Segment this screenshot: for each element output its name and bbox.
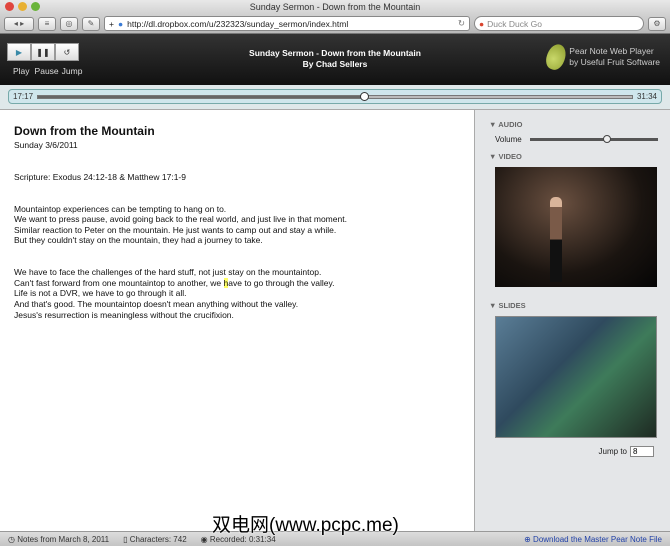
note-line[interactable]: And that's good. The mountaintop doesn't… [14,299,460,310]
notes-title: Down from the Mountain [14,124,155,138]
reader-icon[interactable]: ≡ [38,16,56,31]
note-line[interactable]: But they couldn't stay on the mountain, … [14,235,460,246]
search-placeholder: Duck Duck Go [487,18,542,29]
window-title: Sunday Sermon - Down from the Mountain [249,2,421,12]
reload-icon[interactable]: ↻ [458,18,465,29]
player-header: ▶ ❚❚ ↺ Play Pause Jump Sunday Sermon - D… [0,34,670,85]
download-text: Download the Master Pear Note File [533,534,662,544]
audio-section-toggle[interactable]: ▼ AUDIO [489,120,658,129]
minimize-window-button[interactable] [18,2,27,11]
window-titlebar: Sunday Sermon - Down from the Mountain [0,0,670,14]
characters-status: ▯ Characters: 742 [123,535,187,544]
media-sidebar: ▼ AUDIO Volume ▼ VIDEO ▼ SLIDES Jump to [474,110,670,531]
address-bar[interactable]: + ● http://dl.dropbox.com/u/232323/sunda… [104,16,470,31]
notes-panel: Down from the Mountain Sunday 3/6/2011 S… [0,110,474,531]
clock-icon: ◷ [8,534,18,544]
volume-slider[interactable] [529,135,658,143]
globe-icon: ● [117,18,124,29]
timeline-slider[interactable] [37,91,633,101]
download-link[interactable]: ⊕ Download the Master Pear Note File [524,535,662,544]
volume-label: Volume [495,135,522,144]
slides-heading: SLIDES [498,301,526,310]
note-line[interactable]: We have to face the challenges of the ha… [14,267,460,278]
record-icon: ◉ [200,534,210,544]
scrubber-area: 17:17 31:34 [0,85,670,110]
jump-to-slide-input[interactable] [630,446,654,457]
duckduckgo-icon: ● [479,18,485,29]
browser-toolbar: ◂ ▸ ≡ ◎ ✎ + ● http://dl.dropbox.com/u/23… [0,14,670,34]
audio-heading: AUDIO [498,120,523,129]
back-forward-button[interactable]: ◂ ▸ [4,16,34,31]
notes-date-text: Notes from March 8, 2011 [17,534,110,544]
note-text: ave to go through the valley. [228,277,335,288]
note-line[interactable]: Can't fast forward from one mountaintop … [14,277,460,289]
jump-to-label: Jump to [598,447,627,456]
timeline-progress [38,95,364,98]
note-line[interactable]: Life is not a DVR, we have to go through… [14,288,460,299]
watermark: 双电网(www.pcpc.me) [212,515,399,536]
window-controls [5,2,40,11]
video-frame[interactable] [495,167,657,287]
note-line[interactable]: Mountaintop experiences can be tempting … [14,204,460,215]
video-section-toggle[interactable]: ▼ VIDEO [489,152,658,161]
notes-scripture: Scripture: Exodus 24:12-18 & Matthew 17:… [14,171,186,182]
note-text: Can't fast forward from one mountaintop … [14,277,224,288]
slides-section-toggle[interactable]: ▼ SLIDES [489,301,658,310]
note-line[interactable]: Similar reaction to Peter on the mountai… [14,225,460,236]
slide-image [495,316,657,438]
download-icon: ⊕ [524,534,534,544]
total-time: 31:34 [636,92,657,101]
timeline-knob[interactable] [359,91,369,101]
notes-date-status: ◷ Notes from March 8, 2011 [8,535,109,544]
notes-date: Sunday 3/6/2011 [14,140,78,150]
close-window-button[interactable] [5,2,14,11]
zoom-window-button[interactable] [31,2,40,11]
settings-icon[interactable]: ⚙ [648,16,666,31]
url-text[interactable]: http://dl.dropbox.com/u/232323/sunday_se… [127,19,454,29]
search-field[interactable]: ● Duck Duck Go [474,16,644,31]
brand: Pear Note Web Player by Useful Fruit Soft… [543,41,660,73]
document-icon: ▯ [123,534,130,544]
volume-knob[interactable] [602,135,611,143]
current-time: 17:17 [13,92,34,101]
brand-company: by Useful Fruit Software [569,57,660,67]
video-heading: VIDEO [498,152,522,161]
characters-text: Characters: 742 [129,534,187,544]
tools-icon[interactable]: ✎ [82,16,100,31]
brand-name: Pear Note Web Player [569,46,654,56]
history-icon[interactable]: ◎ [60,16,78,31]
note-line[interactable]: Jesus's resurrection is meaningless with… [14,310,460,321]
pear-logo-icon [543,41,570,73]
add-bookmark-button[interactable]: + [109,19,114,29]
note-line[interactable]: We want to press pause, avoid going back… [14,214,460,225]
